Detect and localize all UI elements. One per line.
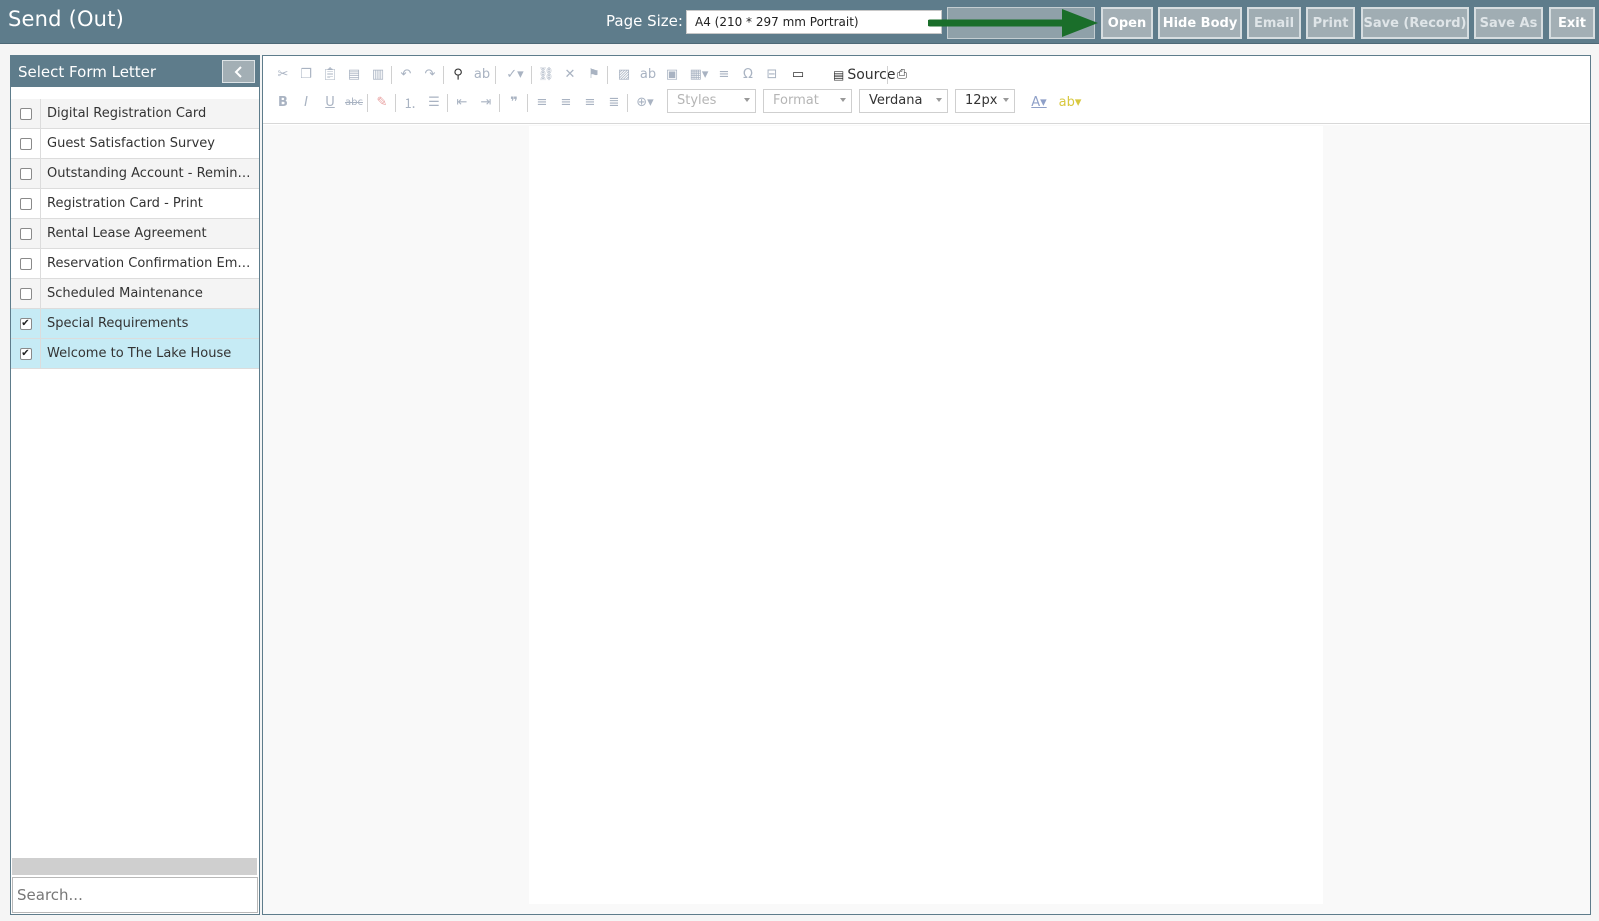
paste-icon[interactable]: 📋︎: [321, 65, 339, 83]
copy-icon[interactable]: ❐: [297, 65, 315, 83]
paste-word-icon[interactable]: ▥: [369, 65, 387, 83]
letter-editor: ✂ ❐ 📋︎ ▤ ▥ ↶ ↷ ⚲ ab ✓▾ ⛓ ✕ ⚑ ▨ ab ▣ ▦▾ ≡…: [262, 55, 1591, 915]
open-button[interactable]: Open: [1101, 7, 1153, 39]
top-bar: Send (Out) Page Size: A4 (210 * 297 mm P…: [0, 0, 1599, 44]
form-letter-panel-header: Select Form Letter: [11, 56, 259, 87]
exit-button[interactable]: Exit: [1549, 7, 1595, 39]
redo-icon[interactable]: ↷: [421, 65, 439, 83]
bulleted-list-icon[interactable]: ☰: [425, 93, 443, 111]
save-record-button[interactable]: Save (Record): [1361, 7, 1469, 39]
list-item[interactable]: Rental Lease Agreement: [11, 218, 259, 249]
numbered-list-icon[interactable]: ⒈: [401, 93, 419, 112]
collapse-chevron-icon: [234, 65, 242, 78]
anchor-icon[interactable]: ⚑: [585, 65, 603, 83]
italic-icon[interactable]: I: [297, 93, 315, 111]
list-scrollbar[interactable]: [12, 858, 257, 875]
font-combo[interactable]: Verdana: [859, 89, 948, 113]
image-icon[interactable]: ▨: [615, 65, 633, 83]
source-icon: ▤: [833, 68, 845, 82]
spellcheck-icon[interactable]: ✓▾: [503, 65, 527, 83]
list-item[interactable]: Scheduled Maintenance: [11, 278, 259, 309]
cut-icon[interactable]: ✂: [274, 65, 292, 83]
background-color-icon[interactable]: ab▾: [1057, 93, 1083, 111]
iframe-icon[interactable]: ▭: [789, 65, 807, 83]
list-item[interactable]: Outstanding Account - Reminde...: [11, 158, 259, 189]
form-letter-list: Digital Registration Card Guest Satisfac…: [11, 98, 259, 369]
special-char-icon[interactable]: Ω: [739, 65, 757, 83]
checkbox[interactable]: [19, 197, 32, 210]
language-icon[interactable]: ⊕▾: [633, 93, 657, 111]
replace-icon[interactable]: ab: [473, 65, 491, 83]
editor-toolbar: ✂ ❐ 📋︎ ▤ ▥ ↶ ↷ ⚲ ab ✓▾ ⛓ ✕ ⚑ ▨ ab ▣ ▦▾ ≡…: [263, 56, 1590, 124]
align-left-icon[interactable]: ≡: [533, 93, 551, 111]
indent-icon[interactable]: ⇥: [477, 93, 495, 111]
bold-icon[interactable]: B: [274, 93, 292, 111]
remove-format-icon[interactable]: ✎: [373, 93, 391, 111]
page-size-select[interactable]: A4 (210 * 297 mm Portrait): [686, 10, 942, 34]
blockquote-icon[interactable]: ❞: [505, 93, 523, 111]
email-button[interactable]: Email: [1247, 7, 1301, 39]
page-title: Send (Out): [8, 7, 125, 31]
checkbox-checked[interactable]: ✔: [19, 347, 32, 360]
table-icon[interactable]: ▦▾: [687, 65, 711, 83]
find-icon[interactable]: ⚲: [449, 65, 467, 83]
checkbox[interactable]: [19, 107, 32, 120]
print-button[interactable]: Print: [1306, 7, 1355, 39]
hide-body-button[interactable]: Hide Body: [1158, 7, 1242, 39]
underline-icon[interactable]: U: [321, 93, 339, 111]
page-size-label: Page Size:: [606, 12, 683, 30]
horizontal-rule-icon[interactable]: ≡: [715, 65, 733, 83]
list-item[interactable]: Guest Satisfaction Survey: [11, 128, 259, 159]
format-combo[interactable]: Format: [763, 89, 852, 113]
search-input[interactable]: [12, 877, 258, 913]
editor-content-area[interactable]: [263, 125, 1590, 914]
align-right-icon[interactable]: ≡: [581, 93, 599, 111]
list-item[interactable]: Reservation Confirmation Email: [11, 248, 259, 279]
print-icon[interactable]: ⎙: [893, 65, 911, 83]
styles-combo[interactable]: Styles: [667, 89, 756, 113]
list-item-selected[interactable]: ✔ Special Requirements: [11, 308, 259, 339]
list-item[interactable]: Registration Card - Print: [11, 188, 259, 219]
link-icon[interactable]: ⛓: [537, 65, 555, 83]
outdent-icon[interactable]: ⇤: [453, 93, 471, 111]
checkbox[interactable]: [19, 227, 32, 240]
form-letter-panel: Select Form Letter Digital Registration …: [10, 55, 260, 915]
flash-icon[interactable]: ab: [639, 65, 657, 83]
list-item-selected[interactable]: ✔ Welcome to The Lake House: [11, 338, 259, 369]
checkbox-checked[interactable]: ✔: [19, 317, 32, 330]
collapse-panel-button[interactable]: [222, 60, 255, 83]
checkbox[interactable]: [19, 257, 32, 270]
align-justify-icon[interactable]: ≣: [605, 93, 623, 111]
document-page[interactable]: [529, 126, 1323, 904]
unlink-icon[interactable]: ✕: [561, 65, 579, 83]
text-color-icon[interactable]: A▾: [1027, 93, 1051, 111]
list-item[interactable]: Digital Registration Card: [11, 98, 259, 129]
undo-icon[interactable]: ↶: [397, 65, 415, 83]
paste-text-icon[interactable]: ▤: [345, 65, 363, 83]
form-letter-panel-title: Select Form Letter: [18, 63, 157, 81]
page-break-icon[interactable]: ⊟: [763, 65, 781, 83]
save-as-button[interactable]: Save As: [1474, 7, 1543, 39]
checkbox[interactable]: [19, 167, 32, 180]
strikethrough-icon[interactable]: abc: [345, 93, 363, 111]
checkbox[interactable]: [19, 287, 32, 300]
green-arrow-icon: [928, 9, 1098, 37]
checkbox[interactable]: [19, 137, 32, 150]
align-center-icon[interactable]: ≡: [557, 93, 575, 111]
size-combo[interactable]: 12px: [955, 89, 1015, 113]
image2-icon[interactable]: ▣: [663, 65, 681, 83]
